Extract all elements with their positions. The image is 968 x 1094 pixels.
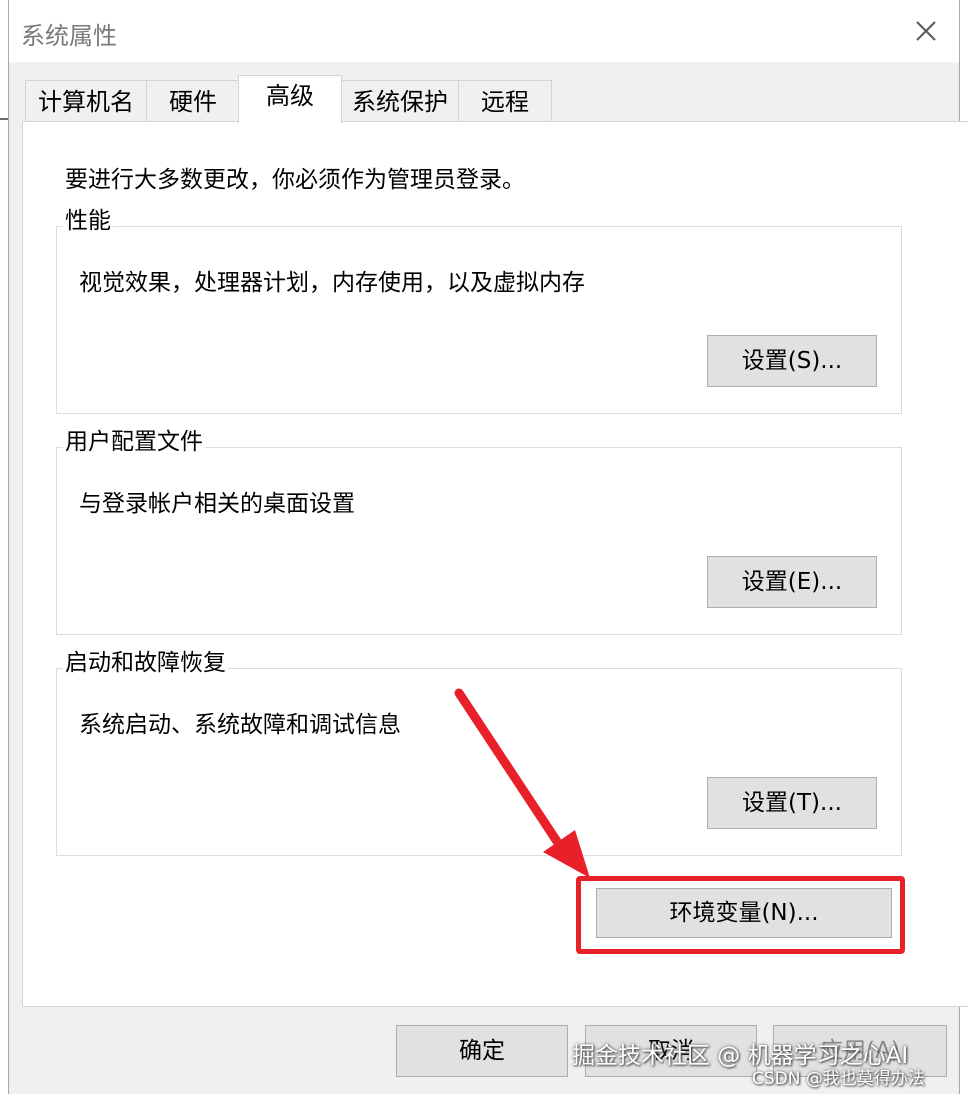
performance-group: 性能 视觉效果，处理器计划，内存使用，以及虚拟内存 设置(S)... — [56, 201, 902, 414]
background-window-tick — [0, 118, 8, 120]
advanced-tab-panel: 要进行大多数更改，你必须作为管理员登录。 性能 视觉效果，处理器计划，内存使用，… — [22, 121, 968, 1007]
admin-required-note: 要进行大多数更改，你必须作为管理员登录。 — [65, 167, 525, 193]
tab-system-protection[interactable]: 系统保护 — [341, 80, 459, 122]
startup-recovery-settings-button[interactable]: 设置(T)... — [707, 777, 877, 829]
tab-advanced[interactable]: 高级 — [238, 75, 342, 123]
user-profiles-group: 用户配置文件 与登录帐户相关的桌面设置 设置(E)... — [56, 422, 902, 635]
user-profiles-group-title: 用户配置文件 — [63, 422, 205, 456]
window-title: 系统属性 — [21, 22, 117, 50]
startup-recovery-description: 系统启动、系统故障和调试信息 — [79, 712, 401, 738]
performance-description: 视觉效果，处理器计划，内存使用，以及虚拟内存 — [79, 270, 585, 296]
title-bar: 系统属性 — [9, 0, 959, 62]
ok-button[interactable]: 确定 — [396, 1025, 568, 1077]
tab-hardware[interactable]: 硬件 — [146, 80, 240, 122]
close-icon — [916, 21, 936, 41]
user-profiles-description: 与登录帐户相关的桌面设置 — [79, 491, 355, 517]
watermark-line2: CSDN @我也莫得办法 — [752, 1069, 925, 1089]
performance-group-title: 性能 — [63, 201, 113, 235]
startup-recovery-group: 启动和故障恢复 系统启动、系统故障和调试信息 设置(T)... — [56, 643, 902, 856]
tab-remote[interactable]: 远程 — [458, 80, 552, 122]
user-profiles-settings-button[interactable]: 设置(E)... — [707, 556, 877, 608]
startup-recovery-group-title: 启动和故障恢复 — [63, 643, 228, 677]
tab-computer-name[interactable]: 计算机名 — [25, 80, 147, 122]
performance-settings-button[interactable]: 设置(S)... — [707, 335, 877, 387]
close-button[interactable] — [909, 14, 943, 48]
environment-variables-button[interactable]: 环境变量(N)... — [596, 888, 892, 938]
